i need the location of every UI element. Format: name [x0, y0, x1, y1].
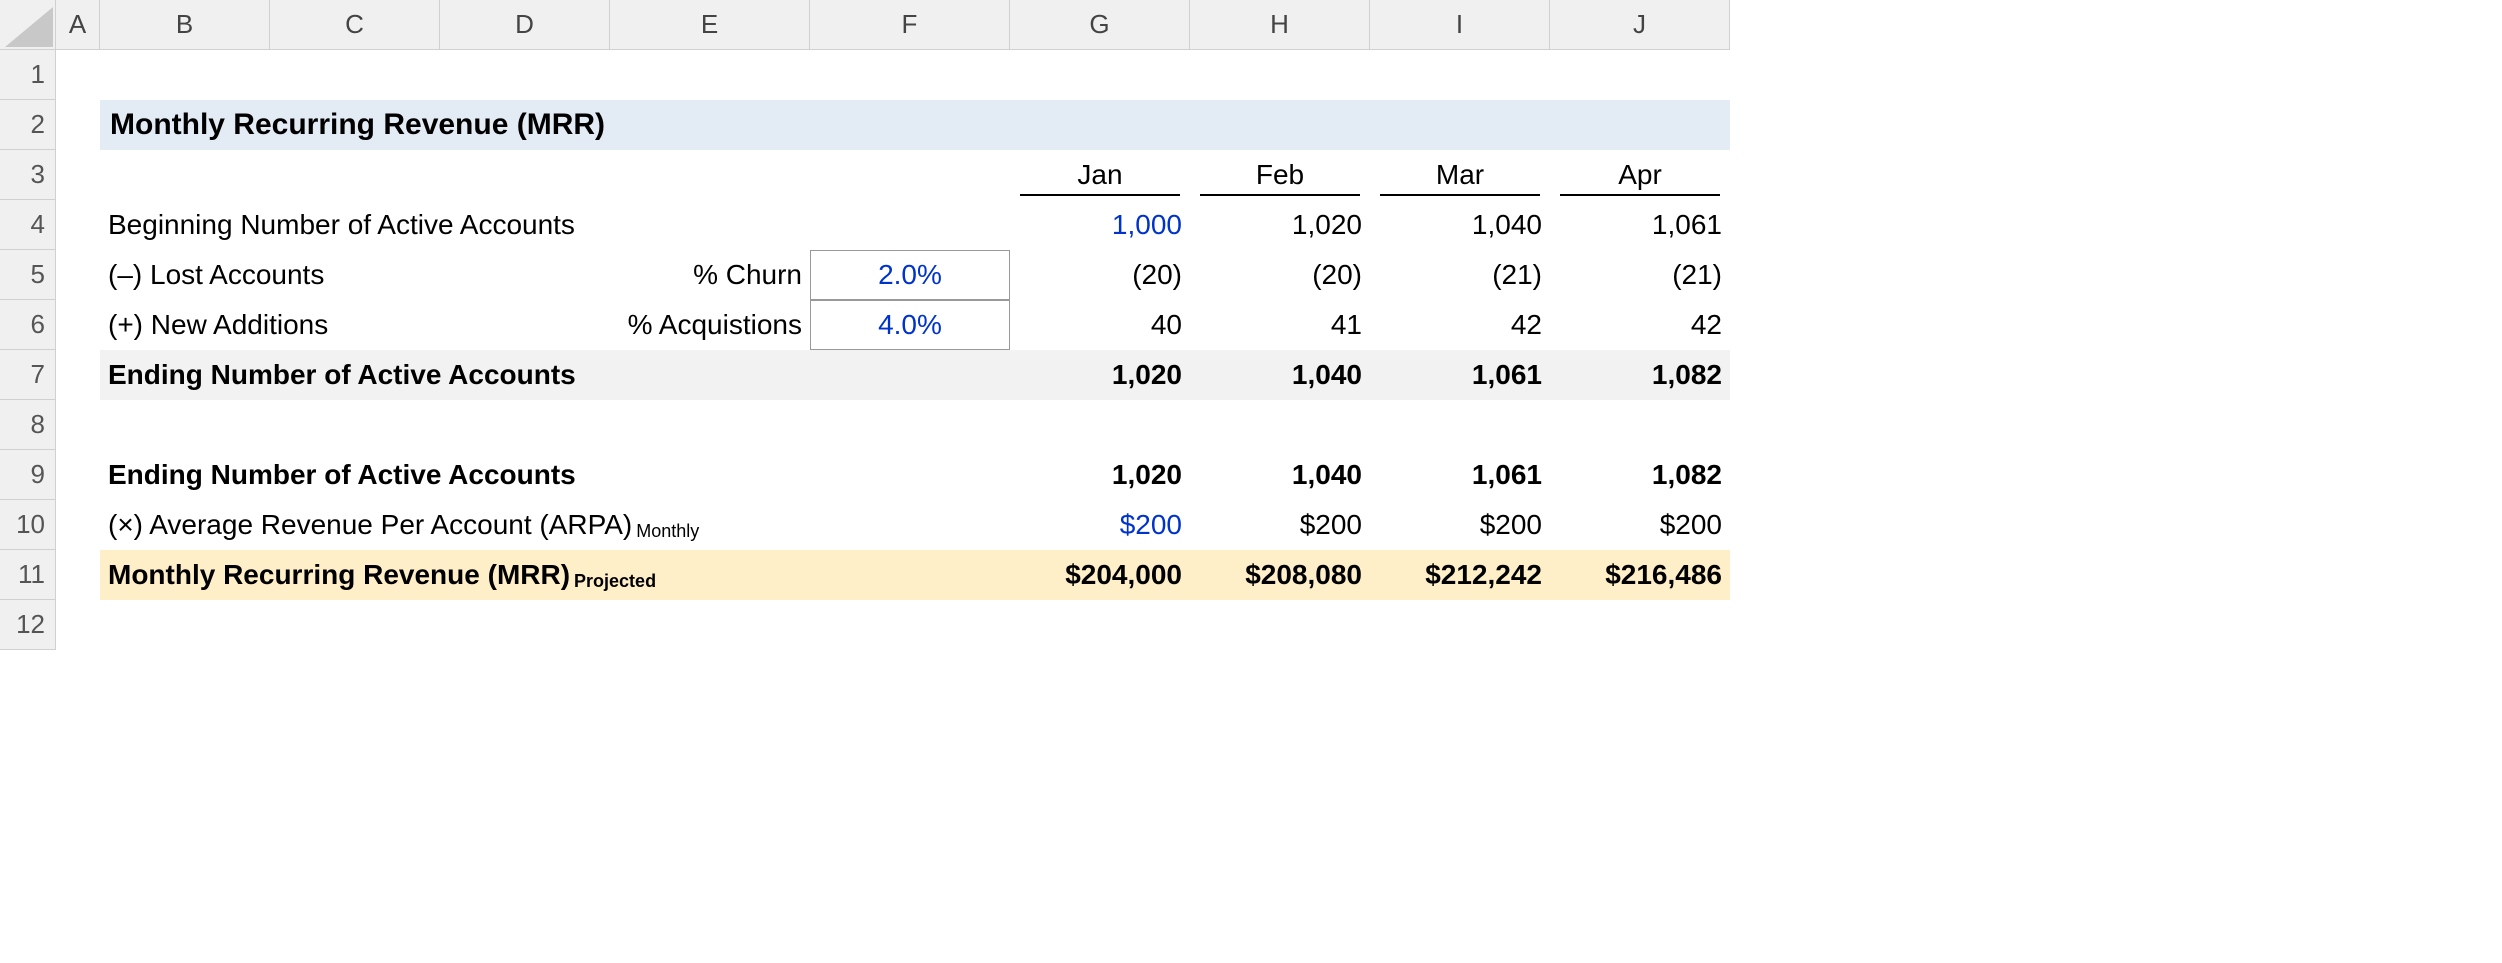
row-head-7[interactable]: 7 — [0, 350, 56, 400]
cell-A5[interactable] — [56, 250, 100, 300]
mrr-sub: Projected — [574, 571, 656, 592]
label-end-accounts-2[interactable]: Ending Number of Active Accounts — [100, 450, 1010, 500]
lost-apr[interactable]: (21) — [1550, 250, 1730, 300]
lost-feb[interactable]: (20) — [1190, 250, 1370, 300]
lost-mar[interactable]: (21) — [1370, 250, 1550, 300]
cell-A11[interactable] — [56, 550, 100, 600]
end2-feb[interactable]: 1,040 — [1190, 450, 1370, 500]
new-feb[interactable]: 41 — [1190, 300, 1370, 350]
cell-A8[interactable] — [56, 400, 100, 450]
begin-jan[interactable]: 1,000 — [1010, 200, 1190, 250]
label-acq[interactable]: % Acquistions — [440, 300, 810, 350]
mrr-feb[interactable]: $208,080 — [1190, 550, 1370, 600]
cell-A9[interactable] — [56, 450, 100, 500]
row-head-1[interactable]: 1 — [0, 50, 56, 100]
new-apr[interactable]: 42 — [1550, 300, 1730, 350]
mrr-mar[interactable]: $212,242 — [1370, 550, 1550, 600]
mrr-jan[interactable]: $204,000 — [1010, 550, 1190, 600]
row-head-6[interactable]: 6 — [0, 300, 56, 350]
end2-mar[interactable]: 1,061 — [1370, 450, 1550, 500]
col-head-F[interactable]: F — [810, 0, 1010, 50]
end2-apr[interactable]: 1,082 — [1550, 450, 1730, 500]
begin-apr[interactable]: 1,061 — [1550, 200, 1730, 250]
cell-A6[interactable] — [56, 300, 100, 350]
cell-B3[interactable] — [100, 150, 1010, 200]
row-head-10[interactable]: 10 — [0, 500, 56, 550]
row-head-11[interactable]: 11 — [0, 550, 56, 600]
col-head-J[interactable]: J — [1550, 0, 1730, 50]
mrr-text: Monthly Recurring Revenue (MRR) — [108, 559, 570, 591]
month-feb[interactable]: Feb — [1200, 156, 1360, 196]
month-mar[interactable]: Mar — [1380, 156, 1540, 196]
cell-A4[interactable] — [56, 200, 100, 250]
label-arpa[interactable]: (×) Average Revenue Per Account (ARPA) M… — [100, 500, 1010, 550]
col-head-B[interactable]: B — [100, 0, 270, 50]
row-head-9[interactable]: 9 — [0, 450, 56, 500]
label-begin-accounts[interactable]: Beginning Number of Active Accounts — [100, 200, 1010, 250]
cell-A12[interactable] — [56, 600, 100, 650]
cell-A3[interactable] — [56, 150, 100, 200]
col-head-E[interactable]: E — [610, 0, 810, 50]
cell-B8[interactable] — [100, 400, 1730, 450]
col-head-A[interactable]: A — [56, 0, 100, 50]
cell-A7[interactable] — [56, 350, 100, 400]
label-lost[interactable]: (–) Lost Accounts — [100, 250, 440, 300]
lost-jan[interactable]: (20) — [1010, 250, 1190, 300]
spreadsheet-grid[interactable]: A B C D E F G H I J 1 2 Monthly Recurrin… — [0, 0, 2502, 650]
col-head-C[interactable]: C — [270, 0, 440, 50]
begin-mar[interactable]: 1,040 — [1370, 200, 1550, 250]
arpa-sub: Monthly — [636, 521, 699, 542]
label-new[interactable]: (+) New Additions — [100, 300, 440, 350]
row-head-8[interactable]: 8 — [0, 400, 56, 450]
cell-B1[interactable] — [100, 50, 1730, 100]
cell-A10[interactable] — [56, 500, 100, 550]
acq-input[interactable]: 4.0% — [810, 300, 1010, 350]
churn-input[interactable]: 2.0% — [810, 250, 1010, 300]
begin-feb[interactable]: 1,020 — [1190, 200, 1370, 250]
end-mar[interactable]: 1,061 — [1370, 350, 1550, 400]
row-head-3[interactable]: 3 — [0, 150, 56, 200]
arpa-text: (×) Average Revenue Per Account (ARPA) — [108, 509, 632, 541]
arpa-apr[interactable]: $200 — [1550, 500, 1730, 550]
label-end-accounts[interactable]: Ending Number of Active Accounts — [100, 350, 1010, 400]
row-head-12[interactable]: 12 — [0, 600, 56, 650]
col-head-D[interactable]: D — [440, 0, 610, 50]
new-jan[interactable]: 40 — [1010, 300, 1190, 350]
month-apr[interactable]: Apr — [1560, 156, 1720, 196]
end-feb[interactable]: 1,040 — [1190, 350, 1370, 400]
row-head-4[interactable]: 4 — [0, 200, 56, 250]
arpa-feb[interactable]: $200 — [1190, 500, 1370, 550]
new-mar[interactable]: 42 — [1370, 300, 1550, 350]
col-head-G[interactable]: G — [1010, 0, 1190, 50]
month-jan[interactable]: Jan — [1020, 156, 1180, 196]
end2-jan[interactable]: 1,020 — [1010, 450, 1190, 500]
arpa-mar[interactable]: $200 — [1370, 500, 1550, 550]
end-jan[interactable]: 1,020 — [1010, 350, 1190, 400]
select-all-corner[interactable] — [0, 0, 56, 50]
arpa-jan[interactable]: $200 — [1010, 500, 1190, 550]
label-mrr[interactable]: Monthly Recurring Revenue (MRR) Projecte… — [100, 550, 1010, 600]
end-apr[interactable]: 1,082 — [1550, 350, 1730, 400]
col-head-I[interactable]: I — [1370, 0, 1550, 50]
mrr-apr[interactable]: $216,486 — [1550, 550, 1730, 600]
row-head-2[interactable]: 2 — [0, 100, 56, 150]
cell-A1[interactable] — [56, 50, 100, 100]
cell-B12[interactable] — [100, 600, 1730, 650]
col-head-H[interactable]: H — [1190, 0, 1370, 50]
row-head-5[interactable]: 5 — [0, 250, 56, 300]
label-churn[interactable]: % Churn — [440, 250, 810, 300]
cell-A2[interactable] — [56, 100, 100, 150]
title-cell[interactable]: Monthly Recurring Revenue (MRR) — [100, 100, 1730, 150]
